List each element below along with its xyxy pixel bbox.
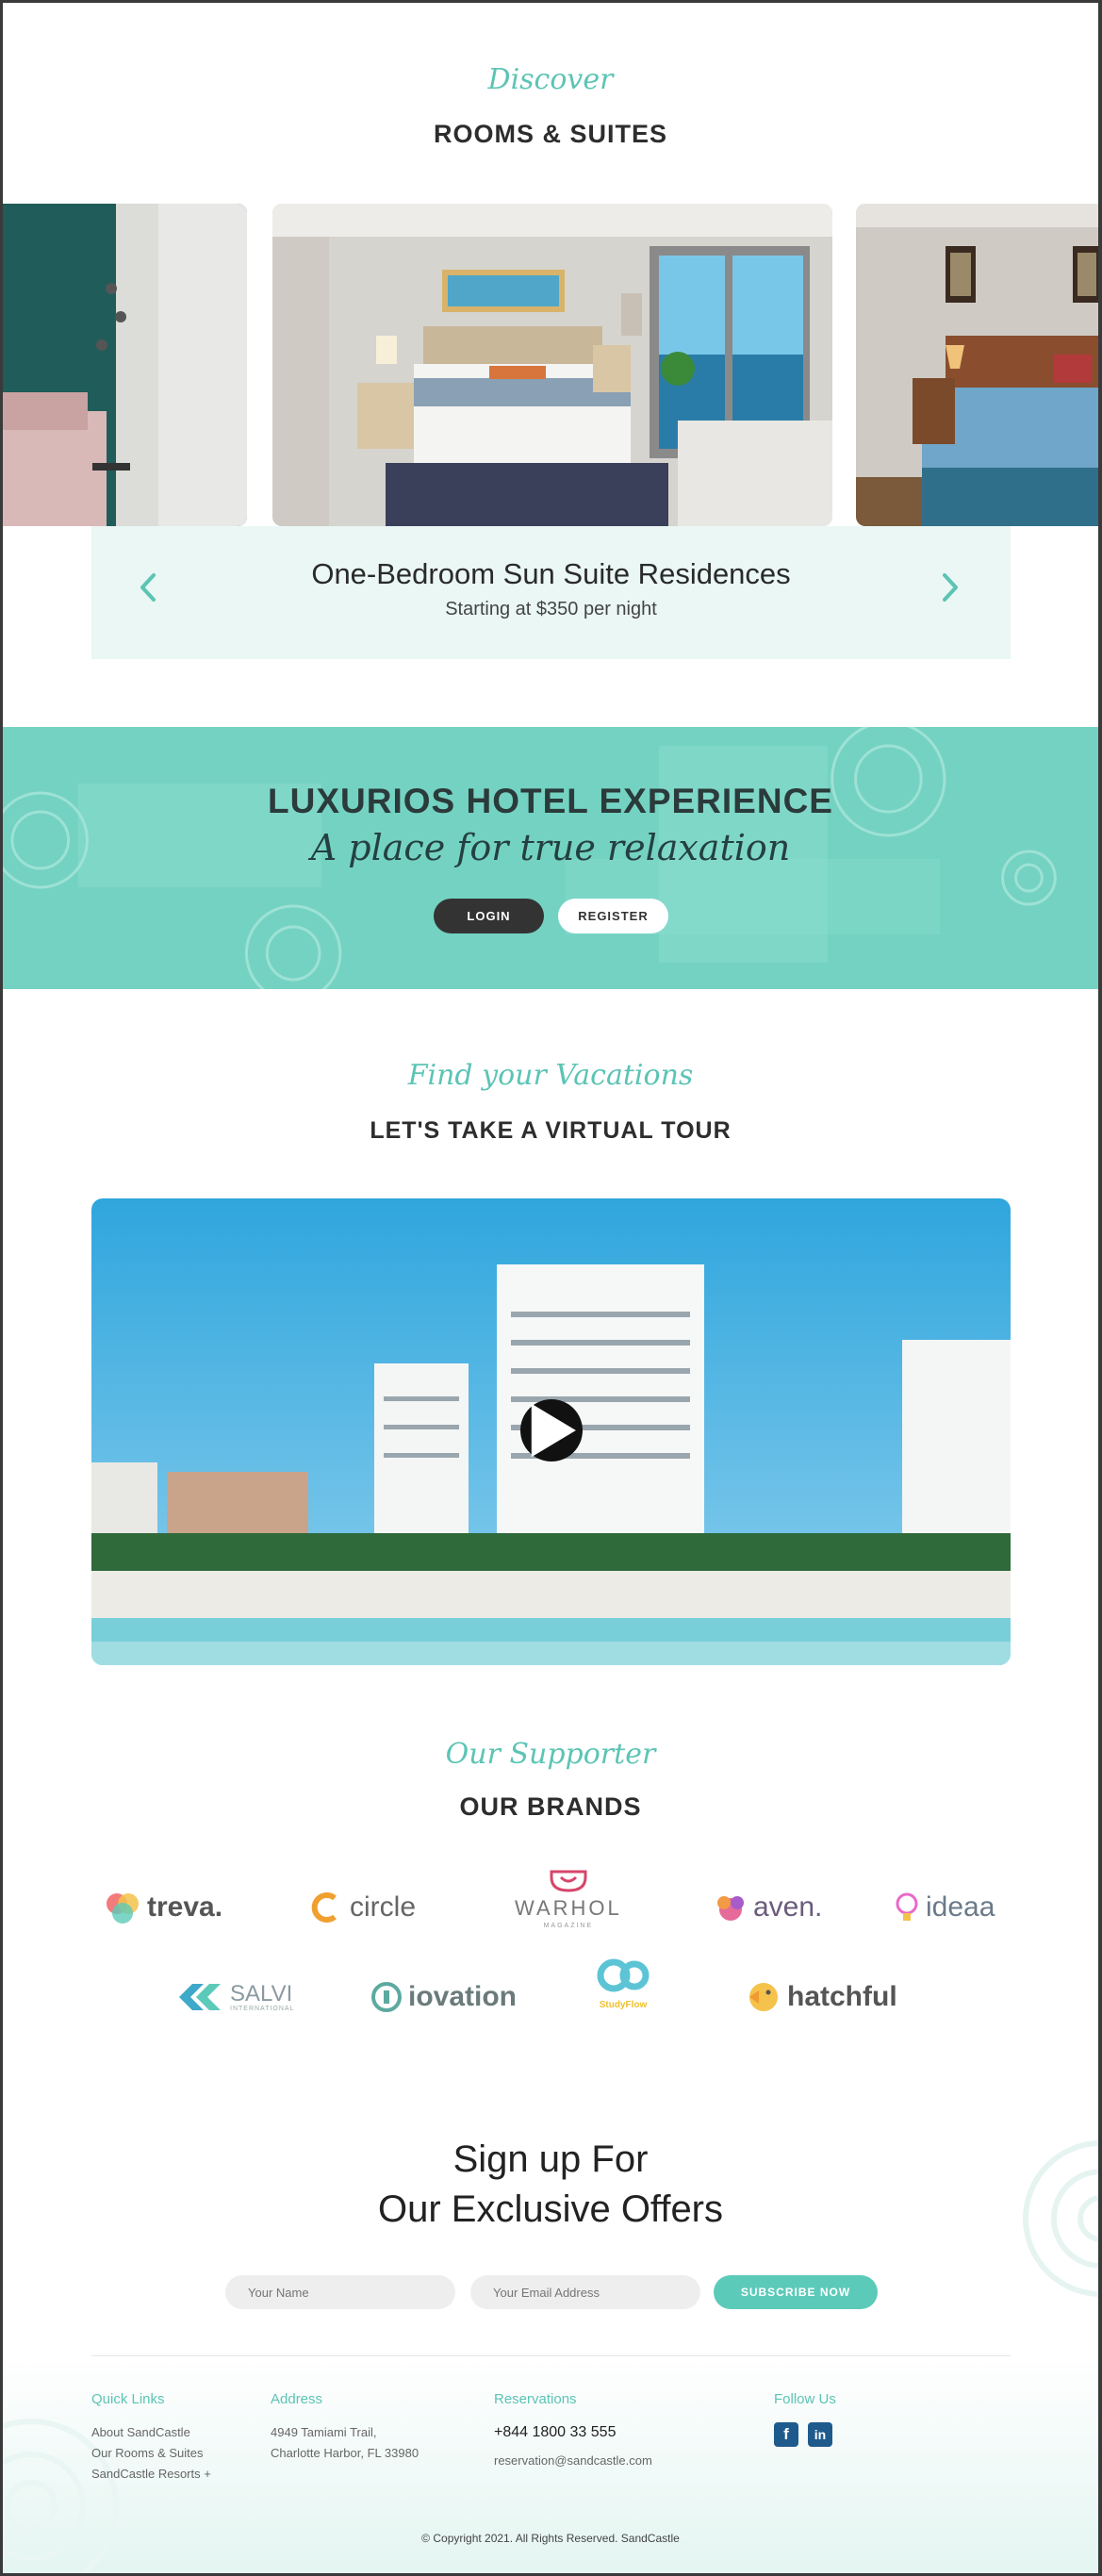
footer-divider <box>91 2355 1011 2356</box>
brand-studyflow[interactable]: StudyFlow <box>595 1951 651 2026</box>
play-icon <box>531 1403 576 1458</box>
brand-name: StudyFlow <box>599 2000 648 2010</box>
brands-script-title: Our Supporter <box>445 1738 656 1771</box>
brands-heading: OUR BRANDS <box>459 1792 642 1821</box>
room-photo-next[interactable] <box>856 204 1098 526</box>
brand-ideaa[interactable]: ideaa <box>894 1879 995 1936</box>
brand-name: treva. <box>147 1891 223 1923</box>
brand-name: aven. <box>753 1891 823 1923</box>
go-logo-icon <box>597 1958 650 1992</box>
reservation-phone[interactable]: +844 1800 33 555 <box>494 2422 652 2443</box>
rooms-heading: ROOMS & SUITES <box>433 120 668 148</box>
address-line2: Charlotte Harbor, FL 33980 <box>271 2446 419 2460</box>
footer-heading: Reservations <box>494 2391 577 2407</box>
room-photo-current[interactable] <box>272 204 832 526</box>
warhol-logo-icon <box>550 1870 587 1892</box>
hotel-experience-banner: LUXURIOS HOTEL EXPERIENCE A place for tr… <box>3 727 1098 989</box>
footer-heading: Address <box>271 2391 323 2407</box>
brand-name: SALVI <box>230 1980 293 2006</box>
brand-aven[interactable]: aven. <box>714 1879 822 1936</box>
brand-name: circle <box>350 1891 417 1923</box>
brand-hatchful[interactable]: hatchful <box>746 1969 897 2025</box>
brand-salvi[interactable]: SALVI INTERNATIONAL <box>175 1969 295 2025</box>
chevron-right-icon <box>943 573 958 602</box>
brand-name: WARHOL <box>515 1896 622 1920</box>
room-price: Starting at $350 per night <box>445 599 657 619</box>
brand-circle[interactable]: circle <box>310 1879 416 1936</box>
brand-name: ideaa <box>926 1891 995 1923</box>
footer-heading: Follow Us <box>774 2391 836 2407</box>
iovation-logo-icon <box>371 1982 402 2012</box>
name-input[interactable] <box>225 2275 455 2309</box>
banner-subtitle: A place for true relaxation <box>310 827 791 868</box>
footer-heading: Quick Links <box>91 2391 165 2407</box>
footer-address: Address 4949 Tamiami Trail, Charlotte Ha… <box>271 2391 419 2464</box>
banner-title: LUXURIOS HOTEL EXPERIENCE <box>268 782 833 820</box>
copyright: © Copyright 2021. All Rights Reserved. S… <box>421 2532 680 2545</box>
lightbulb-logo-icon <box>896 1892 918 1921</box>
tour-script-title: Find your Vacations <box>407 1059 694 1092</box>
login-button[interactable]: LOGIN <box>434 899 544 933</box>
room-caption-panel: One-Bedroom Sun Suite Residences Startin… <box>91 526 1011 659</box>
register-button[interactable]: REGISTER <box>558 899 668 933</box>
page: Discover ROOMS & SUITES One-Bedroom Sun … <box>0 0 1102 2576</box>
hatchful-logo-icon <box>749 1983 778 2011</box>
room-name: One-Bedroom Sun Suite Residences <box>311 557 791 590</box>
subscribe-button[interactable]: SUBSCRIBE NOW <box>714 2275 878 2309</box>
signup-title-line2: Our Exclusive Offers <box>377 2188 724 2230</box>
rooms-script-title: Discover <box>487 63 614 96</box>
footer-quick-links: Quick Links About SandCastle Our Rooms &… <box>91 2391 211 2485</box>
linkedin-icon[interactable]: in <box>808 2422 832 2447</box>
circle-logo-icon <box>311 1892 337 1923</box>
brand-name: iovation <box>408 1981 518 2012</box>
facebook-icon[interactable]: f <box>774 2422 798 2447</box>
next-room-arrow[interactable] <box>926 564 973 611</box>
brand-tagline: MAGAZINE <box>543 1923 594 1929</box>
play-button[interactable] <box>520 1399 583 1461</box>
brand-name: hatchful <box>787 1981 897 2012</box>
signup-title-line1: Sign up For <box>452 2138 649 2180</box>
reservation-email[interactable]: reservation@sandcastle.com <box>494 2451 652 2471</box>
brand-tagline: INTERNATIONAL <box>230 2005 295 2012</box>
footer-reservations: Reservations +844 1800 33 555 reservatio… <box>494 2391 652 2471</box>
footer-link-resorts[interactable]: SandCastle Resorts + <box>91 2464 211 2485</box>
footer: Quick Links About SandCastle Our Rooms &… <box>3 2355 1098 2573</box>
tour-heading: LET'S TAKE A VIRTUAL TOUR <box>370 1117 732 1144</box>
email-input[interactable] <box>470 2275 700 2309</box>
salvi-logo-icon <box>179 1984 221 2010</box>
virtual-tour-video[interactable] <box>91 1198 1011 1665</box>
brand-treva[interactable]: treva. <box>104 1879 222 1936</box>
footer-follow: Follow Us f in <box>774 2391 842 2447</box>
aven-logo-icon <box>717 1896 744 1921</box>
footer-link-rooms[interactable]: Our Rooms & Suites <box>91 2443 211 2464</box>
brand-warhol[interactable]: WARHOL MAGAZINE <box>515 1868 622 1943</box>
room-photo-previous[interactable] <box>3 204 247 526</box>
footer-link-about[interactable]: About SandCastle <box>91 2422 211 2443</box>
address-line1: 4949 Tamiami Trail, <box>271 2425 377 2439</box>
brand-iovation[interactable]: iovation <box>370 1969 517 2025</box>
treva-logo-icon <box>107 1893 139 1924</box>
